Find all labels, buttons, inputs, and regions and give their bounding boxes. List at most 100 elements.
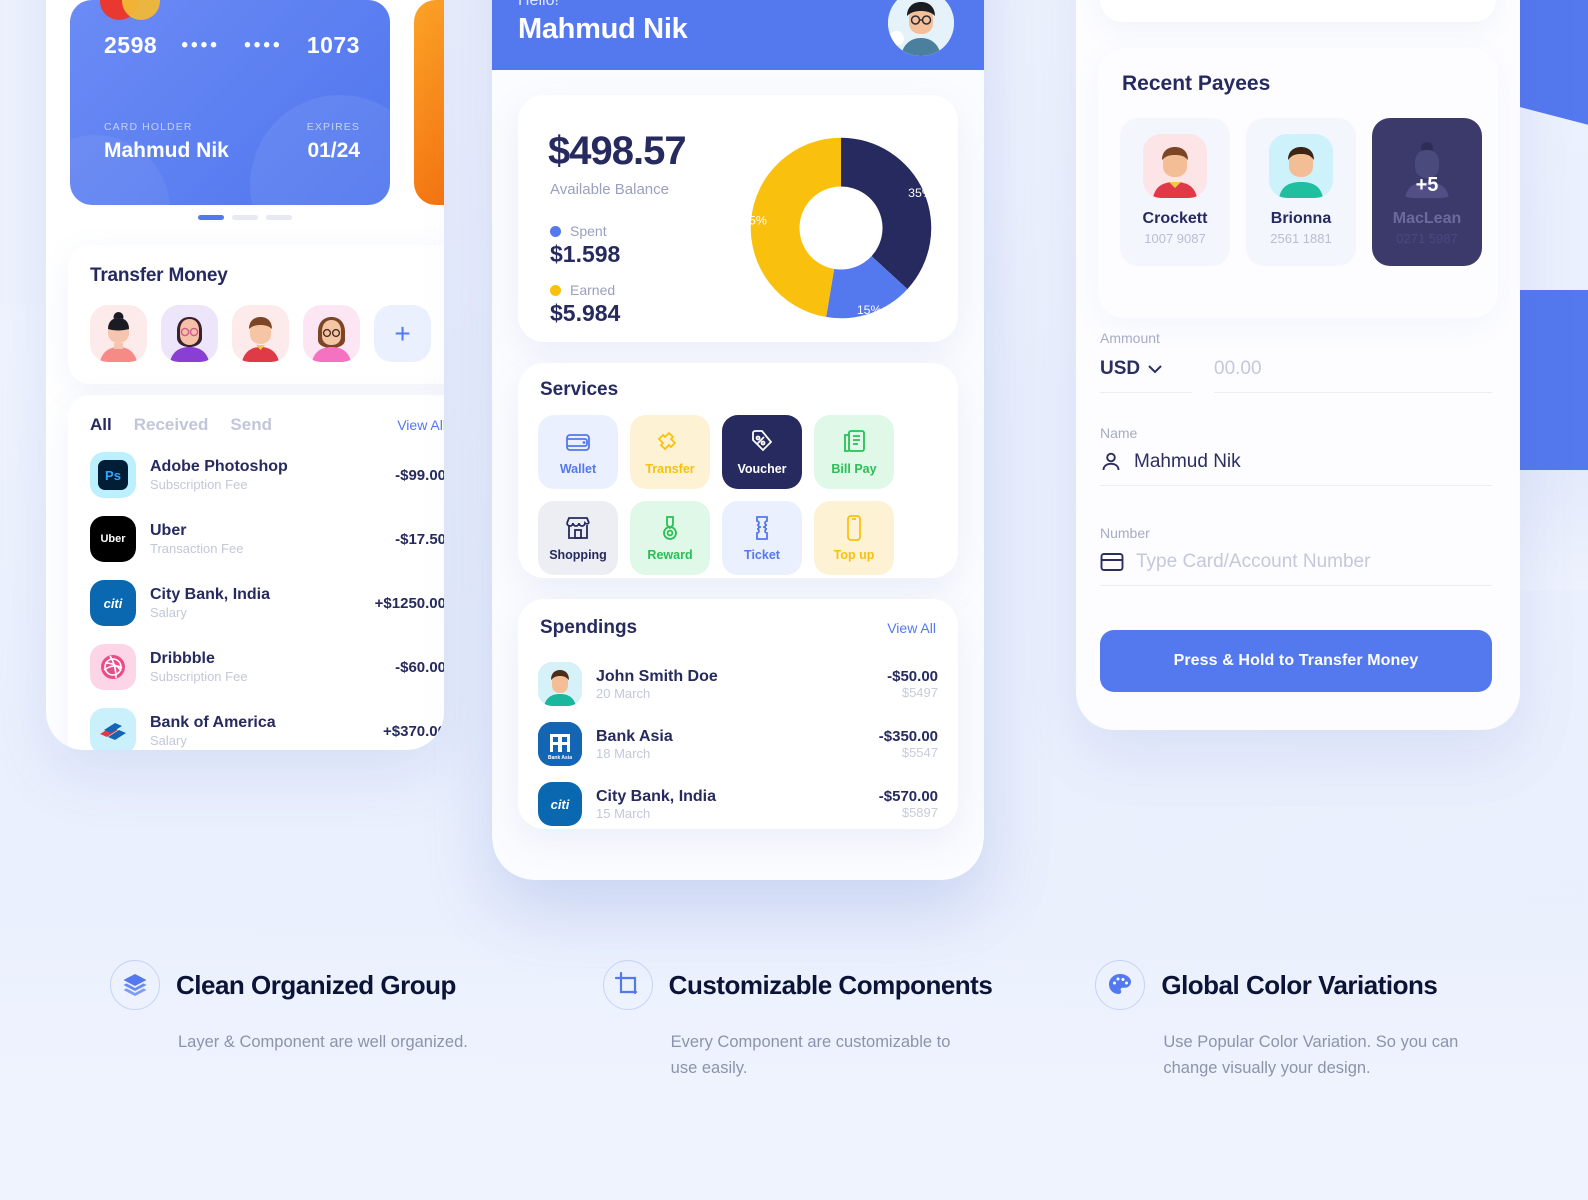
donut-segment-label: 35% xyxy=(908,186,933,200)
spending-date: 20 March xyxy=(596,685,651,701)
card-holder-label: CARD HOLDER xyxy=(104,121,193,133)
contact-avatar-man[interactable] xyxy=(232,305,289,362)
transaction-name: City Bank, India xyxy=(150,585,271,603)
card-expires-value: 01/24 xyxy=(307,139,360,162)
service-voucher[interactable]: Voucher xyxy=(722,415,802,489)
pager-dot-2[interactable] xyxy=(232,215,258,220)
currency-value: USD xyxy=(1100,358,1141,379)
center-phone-screen: Hello! Mahmud Nik $498.57 Available Bala… xyxy=(492,0,984,880)
table-row[interactable]: Dribbble Subscription Fee -$60.00 xyxy=(90,635,444,699)
transactions-view-all-link[interactable]: View All xyxy=(397,417,444,433)
table-row[interactable]: citi City Bank, India Salary +$1250.00 xyxy=(90,571,444,635)
credit-card-blue[interactable]: 2598 •••• •••• 1073 CARD HOLDER Mahmud N… xyxy=(70,0,390,205)
tab-received[interactable]: Received xyxy=(134,415,209,435)
transaction-name: Bank of America xyxy=(150,713,276,731)
spendings-title: Spendings xyxy=(540,617,638,638)
svg-text:Bank Asia: Bank Asia xyxy=(548,755,572,761)
contact-avatar-girl-glasses[interactable] xyxy=(303,305,360,362)
service-top-up[interactable]: Top up xyxy=(814,501,894,575)
legend-value: $5.984 xyxy=(550,300,621,326)
legend-label: Spent xyxy=(570,223,607,239)
transaction-subtitle: Subscription Fee xyxy=(150,476,248,492)
balance-card: $498.57 Available Balance Spent $1.598 E… xyxy=(518,95,958,342)
citi-icon: citi xyxy=(538,782,582,826)
recent-payees-title: Recent Payees xyxy=(1122,72,1271,95)
transfer-money-title: Transfer Money xyxy=(90,265,228,286)
pager-dot-1[interactable] xyxy=(198,215,224,220)
name-input-row[interactable]: Mahmud Nik xyxy=(1100,441,1492,486)
service-wallet[interactable]: Wallet xyxy=(538,415,618,489)
card-number-mask-1: •••• xyxy=(181,34,220,56)
reward-icon xyxy=(663,516,677,540)
number-label: Number xyxy=(1100,525,1150,541)
card-icon xyxy=(1100,553,1124,571)
feature-customizable-components: Customizable Components Every Component … xyxy=(602,960,1096,1081)
credit-card-orange[interactable]: 3754 CARD HO Mah xyxy=(414,0,444,205)
services-title: Services xyxy=(540,379,619,400)
payee-card-more[interactable]: +5 MacLean 0271 5987 xyxy=(1372,118,1482,266)
top-up-icon xyxy=(847,515,861,541)
service-label: Ticket xyxy=(744,548,780,562)
spending-name: John Smith Doe xyxy=(596,667,718,685)
pager-dot-3[interactable] xyxy=(266,215,292,220)
service-ticket[interactable]: Ticket xyxy=(722,501,802,575)
voucher-icon xyxy=(752,430,773,452)
transaction-tabs: All Received Send View All xyxy=(90,415,444,435)
spending-date: 15 March xyxy=(596,805,651,821)
feature-description: Use Popular Color Variation. So you can … xyxy=(1163,1033,1459,1077)
spending-amount: -$570.00 xyxy=(878,788,938,805)
uber-icon: Uber xyxy=(90,516,136,562)
list-item[interactable]: citi City Bank, India 15 March -$570.00 … xyxy=(538,774,938,834)
transfer-contacts-row: + xyxy=(90,305,444,362)
ticket-icon xyxy=(756,516,768,540)
transactions-list: Ps Adobe Photoshop Subscription Fee -$99… xyxy=(90,443,444,750)
number-input[interactable]: Type Card/Account Number xyxy=(1136,551,1370,573)
spending-balance: $5497 xyxy=(901,685,938,700)
service-shopping[interactable]: Shopping xyxy=(538,501,618,575)
press-hold-transfer-button[interactable]: Press & Hold to Transfer Money xyxy=(1100,630,1492,692)
add-contact-button[interactable]: + xyxy=(374,305,431,362)
selected-card-summary[interactable]: Mahmud Nik 01/24 xyxy=(1100,0,1496,22)
service-bill-pay[interactable]: Bill Pay xyxy=(814,415,894,489)
contact-avatar-woman-glasses[interactable] xyxy=(161,305,218,362)
payee-card-brionna[interactable]: Brionna 2561 1881 xyxy=(1246,118,1356,266)
service-label: Bill Pay xyxy=(831,462,877,476)
service-label: Top up xyxy=(833,548,875,562)
payee-card-crockett[interactable]: Crockett 1007 9087 xyxy=(1120,118,1230,266)
transaction-name: Uber xyxy=(150,521,187,539)
feature-clean-organized-group: Clean Organized Group Layer & Component … xyxy=(110,960,603,1081)
transaction-subtitle: Transaction Fee xyxy=(150,540,244,556)
available-balance-label: Available Balance xyxy=(550,181,669,198)
table-row[interactable]: Uber Uber Transaction Fee -$17.50 xyxy=(90,507,444,571)
feature-description: Every Component are customizable to use … xyxy=(670,1033,951,1077)
spendings-list: John Smith Doe 20 March -$50.00 $5497 Ba… xyxy=(538,654,938,834)
spending-balance: $5897 xyxy=(901,805,938,820)
amount-input[interactable]: 00.00 xyxy=(1214,358,1262,379)
status-badge xyxy=(889,31,904,46)
contact-avatar-woman-bun[interactable] xyxy=(90,305,147,362)
wallet-icon xyxy=(566,434,590,451)
service-reward[interactable]: Reward xyxy=(630,501,710,575)
list-item[interactable]: Bank Asia Bank Asia 18 March -$350.00 $5… xyxy=(538,714,938,774)
table-row[interactable]: Ps Adobe Photoshop Subscription Fee -$99… xyxy=(90,443,444,507)
transaction-name: Dribbble xyxy=(150,649,215,667)
table-row[interactable]: Bank of America Salary +$370.00 xyxy=(90,699,444,750)
payee-account: 0271 5987 xyxy=(1396,231,1458,246)
transaction-amount: +$370.00 xyxy=(383,722,444,740)
spendings-view-all-link[interactable]: View All xyxy=(887,620,936,636)
list-item[interactable]: John Smith Doe 20 March -$50.00 $5497 xyxy=(538,654,938,714)
tab-send[interactable]: Send xyxy=(230,415,272,435)
photoshop-logo-text: Ps xyxy=(98,460,128,490)
card-number-mask-2: •••• xyxy=(244,34,283,56)
payee-account: 2561 1881 xyxy=(1270,231,1332,246)
chart-legend: Spent $1.598 Earned $5.984 xyxy=(550,223,620,341)
transaction-subtitle: Subscription Fee xyxy=(150,668,248,684)
number-input-row[interactable]: Type Card/Account Number xyxy=(1100,541,1492,586)
tab-all[interactable]: All xyxy=(90,415,112,435)
service-transfer[interactable]: Transfer xyxy=(630,415,710,489)
spending-name: City Bank, India xyxy=(596,787,717,805)
transaction-subtitle: Salary xyxy=(150,604,187,620)
name-input[interactable]: Mahmud Nik xyxy=(1134,451,1241,473)
card-carousel-pager[interactable] xyxy=(46,215,444,220)
currency-select[interactable]: USD xyxy=(1100,358,1192,393)
